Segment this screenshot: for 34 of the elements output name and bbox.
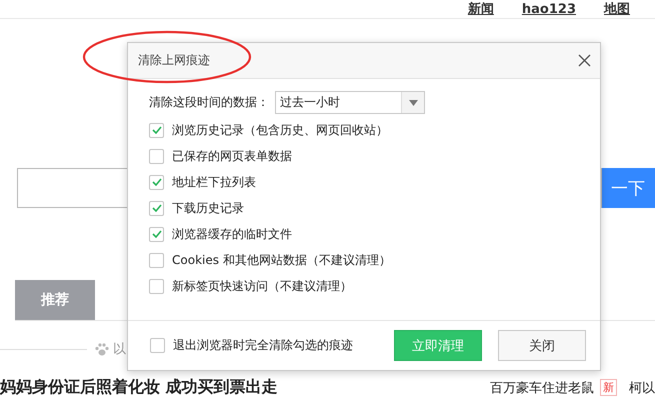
nav-link[interactable]: 新闻 <box>468 0 494 18</box>
dialog-title: 清除上网痕迹 <box>138 52 210 69</box>
close-button[interactable]: 关闭 <box>498 330 586 361</box>
nav-link[interactable]: hao123 <box>522 2 576 16</box>
checkbox[interactable] <box>149 122 164 138</box>
option-label: 浏览历史记录（包含历史、网页回收站） <box>172 122 388 138</box>
checkbox[interactable] <box>149 174 164 190</box>
check-icon <box>152 230 162 238</box>
check-icon <box>152 204 162 212</box>
option-label: 下载历史记录 <box>172 200 244 216</box>
checkbox[interactable] <box>150 338 165 353</box>
checkbox[interactable] <box>149 252 164 268</box>
nav-link[interactable]: 地图 <box>604 0 630 18</box>
caret-icon <box>408 100 418 106</box>
time-range-label: 清除这段时间的数据： <box>149 94 270 111</box>
option-label: 地址栏下拉列表 <box>172 174 256 190</box>
new-badge: 新 <box>600 379 617 396</box>
checkbox[interactable] <box>149 148 164 164</box>
feed-hint-text: 以 <box>113 341 126 358</box>
checkbox[interactable] <box>149 278 164 294</box>
checkbox[interactable] <box>149 226 164 242</box>
option-label: 浏览器缓存的临时文件 <box>172 226 292 242</box>
option-label: 新标签页快速访问（不建议清理） <box>172 278 352 294</box>
option-label: 已保存的网页表单数据 <box>172 148 292 164</box>
paw-icon <box>95 342 109 356</box>
check-icon <box>152 178 162 186</box>
check-icon <box>152 126 162 134</box>
checkbox[interactable] <box>149 200 164 216</box>
close-icon[interactable] <box>578 54 591 67</box>
news-link[interactable]: 百万豪车住进老鼠 <box>490 378 594 396</box>
option-label: 退出浏览器时完全清除勾选的痕迹 <box>173 337 353 354</box>
time-range-dropdown[interactable]: 过去一小时 <box>275 91 425 114</box>
news-link[interactable]: 柯以 <box>629 378 655 396</box>
option-label: Cookies 和其他网站数据（不建议清理） <box>172 252 391 268</box>
